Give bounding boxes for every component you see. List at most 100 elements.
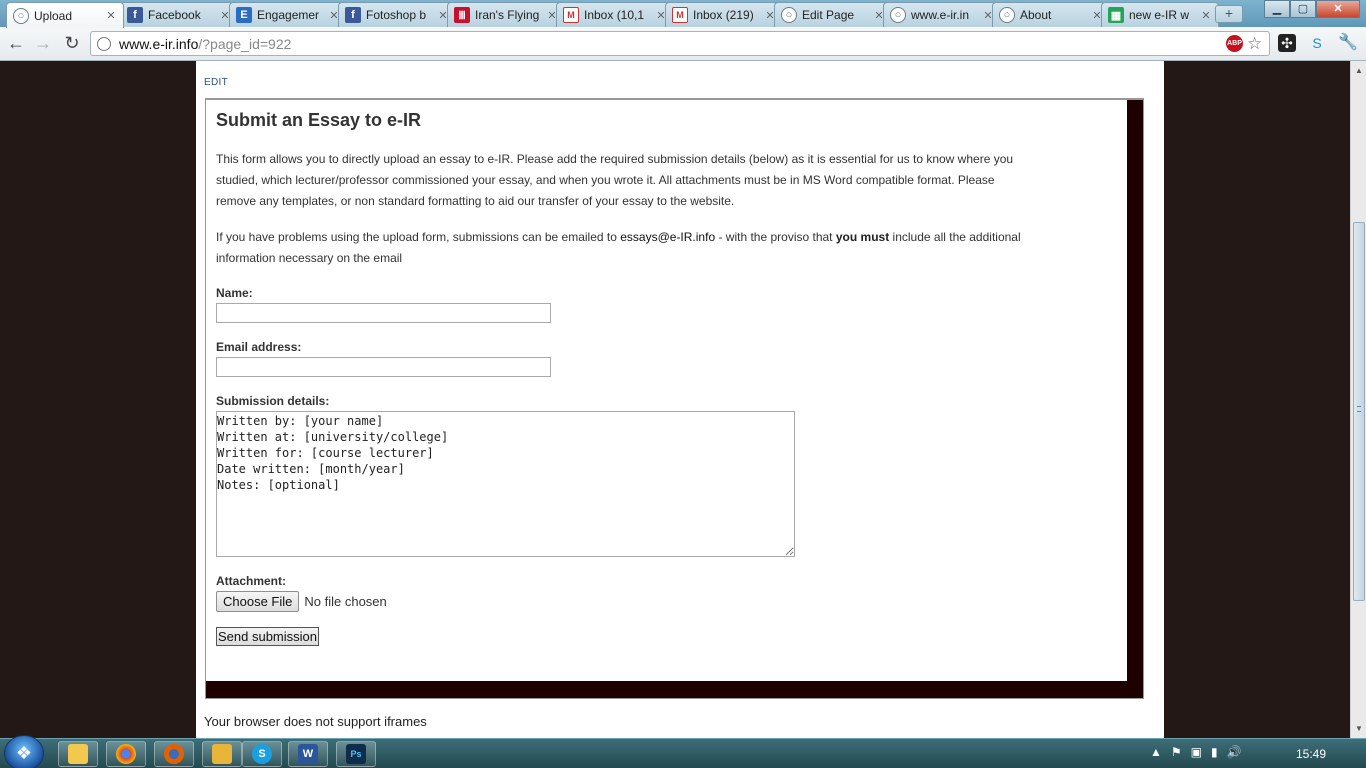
tab-edit-page[interactable]: ○ Edit Page ✕: [774, 2, 892, 27]
extension-icon[interactable]: ✣: [1278, 34, 1296, 52]
maximize-button[interactable]: ▢: [1290, 0, 1316, 18]
window-controls: ▁ ▢ ✕: [1264, 0, 1360, 18]
tab-title: Engagemer: [257, 8, 320, 22]
name-label: Name:: [216, 286, 253, 300]
photoshop-icon: Ps: [346, 744, 366, 764]
action-center-icon[interactable]: ⚑: [1171, 745, 1182, 759]
reload-icon: ↻: [64, 33, 80, 53]
mail-icon: [212, 744, 232, 764]
windows-taskbar: ❖ S W Ps ▲ ⚑ ▣ ▮ 🔊 15:49: [0, 735, 1366, 768]
tab-upload[interactable]: ○ Upload ✕: [6, 2, 124, 28]
scroll-up-arrow-icon[interactable]: ▲: [1352, 63, 1366, 79]
address-bar[interactable]: www.e-ir.info/?page_id=922: [90, 31, 1270, 56]
close-icon: ✕: [1333, 3, 1343, 15]
choose-file-button[interactable]: Choose File: [216, 591, 300, 612]
power-icon[interactable]: ▣: [1191, 745, 1202, 759]
page-content: EDIT Submit an Essay to e-IR This form a…: [196, 61, 1164, 738]
chrome-icon: [116, 744, 136, 764]
taskbar-firefox[interactable]: [154, 741, 194, 767]
email-label: Email address:: [216, 340, 302, 354]
facebook-icon: f: [127, 7, 143, 23]
attachment-label: Attachment:: [216, 574, 287, 588]
minimize-button[interactable]: ▁: [1264, 0, 1290, 18]
arrow-left-icon: ←: [7, 33, 25, 53]
taskbar-mail[interactable]: [202, 741, 242, 767]
tab-title: About: [1020, 8, 1052, 22]
minimize-icon: ▁: [1272, 3, 1282, 15]
tab-strip: ○ Upload ✕ f Facebook ✕ E Engagemer ✕ f …: [0, 0, 1366, 28]
details-label: Submission details:: [216, 394, 330, 408]
scroll-down-arrow-icon[interactable]: ▼: [1352, 721, 1366, 737]
send-submission-button[interactable]: Send submission: [216, 627, 319, 646]
problems-text: If you have problems using the upload fo…: [216, 227, 1036, 269]
bookmark-star-icon[interactable]: ☆: [1247, 34, 1262, 54]
tab-e-ir[interactable]: ○ www.e-ir.in ✕: [883, 2, 1001, 27]
tab-title: Facebook: [148, 8, 201, 22]
upload-form: Submit an Essay to e-IR This form allows…: [206, 100, 1127, 681]
tab-title: Edit Page: [802, 8, 855, 22]
tab-title: Upload: [34, 8, 73, 23]
globe-icon: ○: [999, 7, 1015, 23]
essays-email: essays@e-IR.info: [620, 230, 716, 244]
start-button[interactable]: ❖: [4, 735, 44, 768]
skype-extension-icon[interactable]: S: [1308, 34, 1326, 52]
close-icon[interactable]: ✕: [1200, 9, 1212, 22]
page-info-icon[interactable]: [97, 36, 111, 51]
facebook-icon: f: [345, 7, 361, 23]
globe-icon: ○: [13, 7, 29, 24]
wrench-menu-icon[interactable]: 🔧: [1338, 34, 1358, 52]
tab-about[interactable]: ○ About ✕: [992, 2, 1110, 27]
tab-title: Fotoshop b: [366, 8, 427, 22]
arrow-right-icon: →: [34, 33, 52, 53]
engagement-icon: E: [236, 7, 252, 23]
intro-text: This form allows you to directly upload …: [216, 152, 1014, 208]
vertical-scrollbar[interactable]: ▲ ▼: [1350, 61, 1366, 738]
new-tab-button[interactable]: +: [1215, 5, 1243, 23]
name-input[interactable]: [216, 303, 551, 323]
tab-title: Iran's Flying: [475, 8, 540, 22]
taskbar-photoshop[interactable]: Ps: [336, 741, 376, 767]
edit-link[interactable]: EDIT: [204, 77, 228, 88]
problems-text-start: If you have problems using the upload fo…: [216, 230, 621, 244]
tray-expand-icon[interactable]: ▲: [1150, 745, 1162, 759]
taskbar-word[interactable]: W: [288, 741, 328, 767]
submission-details-textarea[interactable]: Written by: [your name] Written at: [uni…: [216, 411, 795, 557]
forward-button[interactable]: →: [31, 32, 55, 56]
iran-flag-icon: Ⅲ: [454, 7, 470, 23]
skype-icon: S: [252, 744, 272, 764]
tab-engagement[interactable]: E Engagemer ✕: [229, 2, 347, 27]
adblock-icon[interactable]: ABP: [1226, 35, 1243, 52]
globe-icon: ○: [781, 7, 797, 23]
email-input[interactable]: [216, 357, 551, 377]
upload-iframe: Submit an Essay to e-IR This form allows…: [205, 98, 1144, 699]
tab-irans-flying[interactable]: Ⅲ Iran's Flying ✕: [447, 2, 565, 27]
folder-icon: [68, 744, 88, 764]
file-status: No file chosen: [304, 594, 387, 609]
taskbar-explorer[interactable]: [58, 741, 98, 767]
url-host: www.e-ir.info: [119, 35, 199, 52]
tab-fotoshop[interactable]: f Fotoshop b ✕: [338, 2, 456, 27]
maximize-icon: ▢: [1297, 3, 1309, 15]
page-viewport: EDIT Submit an Essay to e-IR This form a…: [0, 61, 1350, 738]
iframe-fallback-text: Your browser does not support iframes: [204, 714, 427, 729]
network-icon[interactable]: ▮: [1211, 745, 1218, 759]
volume-icon[interactable]: 🔊: [1227, 745, 1242, 759]
close-window-button[interactable]: ✕: [1316, 0, 1360, 18]
tab-title: Inbox (219): [693, 8, 754, 22]
back-button[interactable]: ←: [4, 32, 28, 56]
plus-icon: +: [1224, 5, 1234, 21]
clock[interactable]: 15:49: [1296, 747, 1326, 761]
tab-inbox-2[interactable]: M Inbox (219) ✕: [665, 2, 783, 27]
tab-inbox-1[interactable]: M Inbox (10,1 ✕: [556, 2, 674, 27]
close-icon[interactable]: ✕: [105, 9, 117, 22]
taskbar-skype[interactable]: S: [242, 741, 282, 767]
windows-logo-icon: ❖: [15, 742, 33, 763]
tab-title: Inbox (10,1: [584, 8, 645, 22]
scrollbar-thumb[interactable]: [1353, 222, 1365, 601]
firefox-icon: [164, 744, 184, 764]
tab-title: new e-IR w: [1129, 8, 1190, 22]
reload-button[interactable]: ↻: [60, 32, 84, 56]
taskbar-chrome[interactable]: [106, 741, 146, 767]
tab-facebook[interactable]: f Facebook ✕: [120, 2, 238, 27]
tab-new-e-ir[interactable]: ▦ new e-IR w ✕: [1101, 2, 1219, 27]
